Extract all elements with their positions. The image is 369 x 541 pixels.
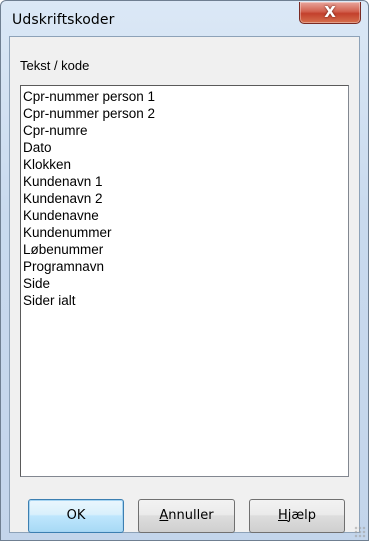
dialog-body: Tekst / kode Cpr-nummer person 1 Cpr-numm… xyxy=(9,36,360,533)
list-item[interactable]: Kundenavn 2 xyxy=(21,190,348,207)
title-bar[interactable]: Udskriftskoder X xyxy=(1,1,368,37)
help-button[interactable]: Hjælp xyxy=(249,499,345,533)
window-title: Udskriftskoder xyxy=(12,12,115,28)
list-item[interactable]: Kundenavne xyxy=(21,207,348,224)
list-header-label: Tekst / kode xyxy=(20,58,90,73)
ok-button[interactable]: OK xyxy=(28,499,124,533)
cancel-button-label: nnuller xyxy=(168,508,214,523)
dialog-window: Udskriftskoder X Tekst / kode Cpr-nummer… xyxy=(0,0,369,541)
list-item[interactable]: Cpr-numre xyxy=(21,122,348,139)
codes-listbox[interactable]: Cpr-nummer person 1 Cpr-nummer person 2 Cp… xyxy=(20,85,349,477)
cancel-button[interactable]: Annuller xyxy=(138,499,235,533)
help-mnemonic: H xyxy=(277,508,288,523)
resize-grip[interactable] xyxy=(354,526,366,538)
ok-button-label: OK xyxy=(66,508,86,523)
list-item[interactable]: Cpr-nummer person 2 xyxy=(21,105,348,122)
list-item[interactable]: Kundenavn 1 xyxy=(21,173,348,190)
list-item[interactable]: Løbenummer xyxy=(21,241,348,258)
list-item[interactable]: Kundenummer xyxy=(21,224,348,241)
list-item[interactable]: Side xyxy=(21,275,348,292)
list-item[interactable]: Klokken xyxy=(21,156,348,173)
list-item[interactable]: Dato xyxy=(21,139,348,156)
close-icon: X xyxy=(324,3,336,21)
list-item[interactable]: Sider ialt xyxy=(21,292,348,309)
list-item[interactable]: Cpr-nummer person 1 xyxy=(21,88,348,105)
close-button[interactable]: X xyxy=(299,2,361,24)
help-button-label: jælp xyxy=(287,508,317,523)
cancel-mnemonic: A xyxy=(159,508,169,523)
list-item[interactable]: Programnavn xyxy=(21,258,348,275)
